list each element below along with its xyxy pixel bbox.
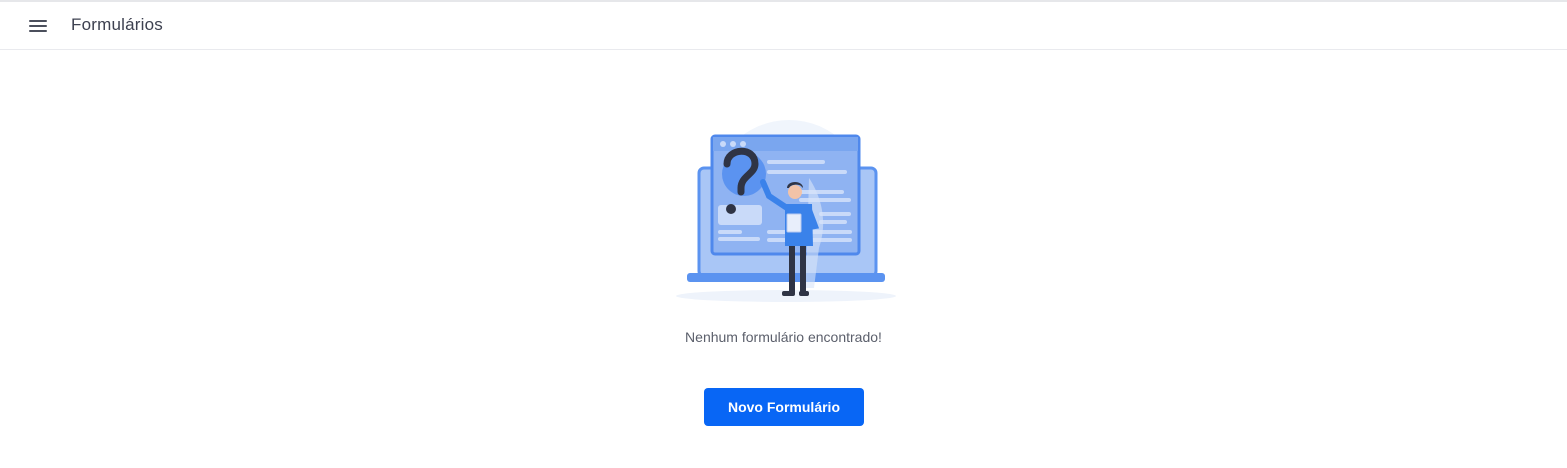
person-shoe xyxy=(782,291,795,296)
page-title: Formulários xyxy=(71,15,163,34)
menu-line xyxy=(29,20,47,22)
content-card xyxy=(718,205,762,225)
laptop-base xyxy=(687,273,885,282)
window-dot xyxy=(730,141,736,147)
person-shoe xyxy=(799,291,809,296)
person-leg xyxy=(800,243,806,293)
empty-state-illustration xyxy=(676,120,896,302)
content-line xyxy=(718,237,760,241)
content-line xyxy=(799,190,844,194)
new-form-button[interactable]: Novo Formulário xyxy=(704,388,864,426)
question-dot xyxy=(726,204,736,214)
content-line xyxy=(718,230,742,234)
window-dot xyxy=(740,141,746,147)
content-line xyxy=(767,170,847,174)
menu-line xyxy=(29,25,47,27)
menu-line xyxy=(29,30,47,32)
empty-message: Nenhum formulário encontrado! xyxy=(685,329,882,345)
person-head xyxy=(788,185,802,199)
content-line xyxy=(799,198,851,202)
paper xyxy=(786,213,802,233)
content-line xyxy=(819,220,847,224)
hamburger-menu-icon[interactable] xyxy=(27,16,49,36)
content-line xyxy=(819,212,851,216)
person-leg xyxy=(789,243,795,293)
content-line xyxy=(767,160,825,164)
top-bar: Formulários xyxy=(0,0,1567,50)
window-dot xyxy=(720,141,726,147)
